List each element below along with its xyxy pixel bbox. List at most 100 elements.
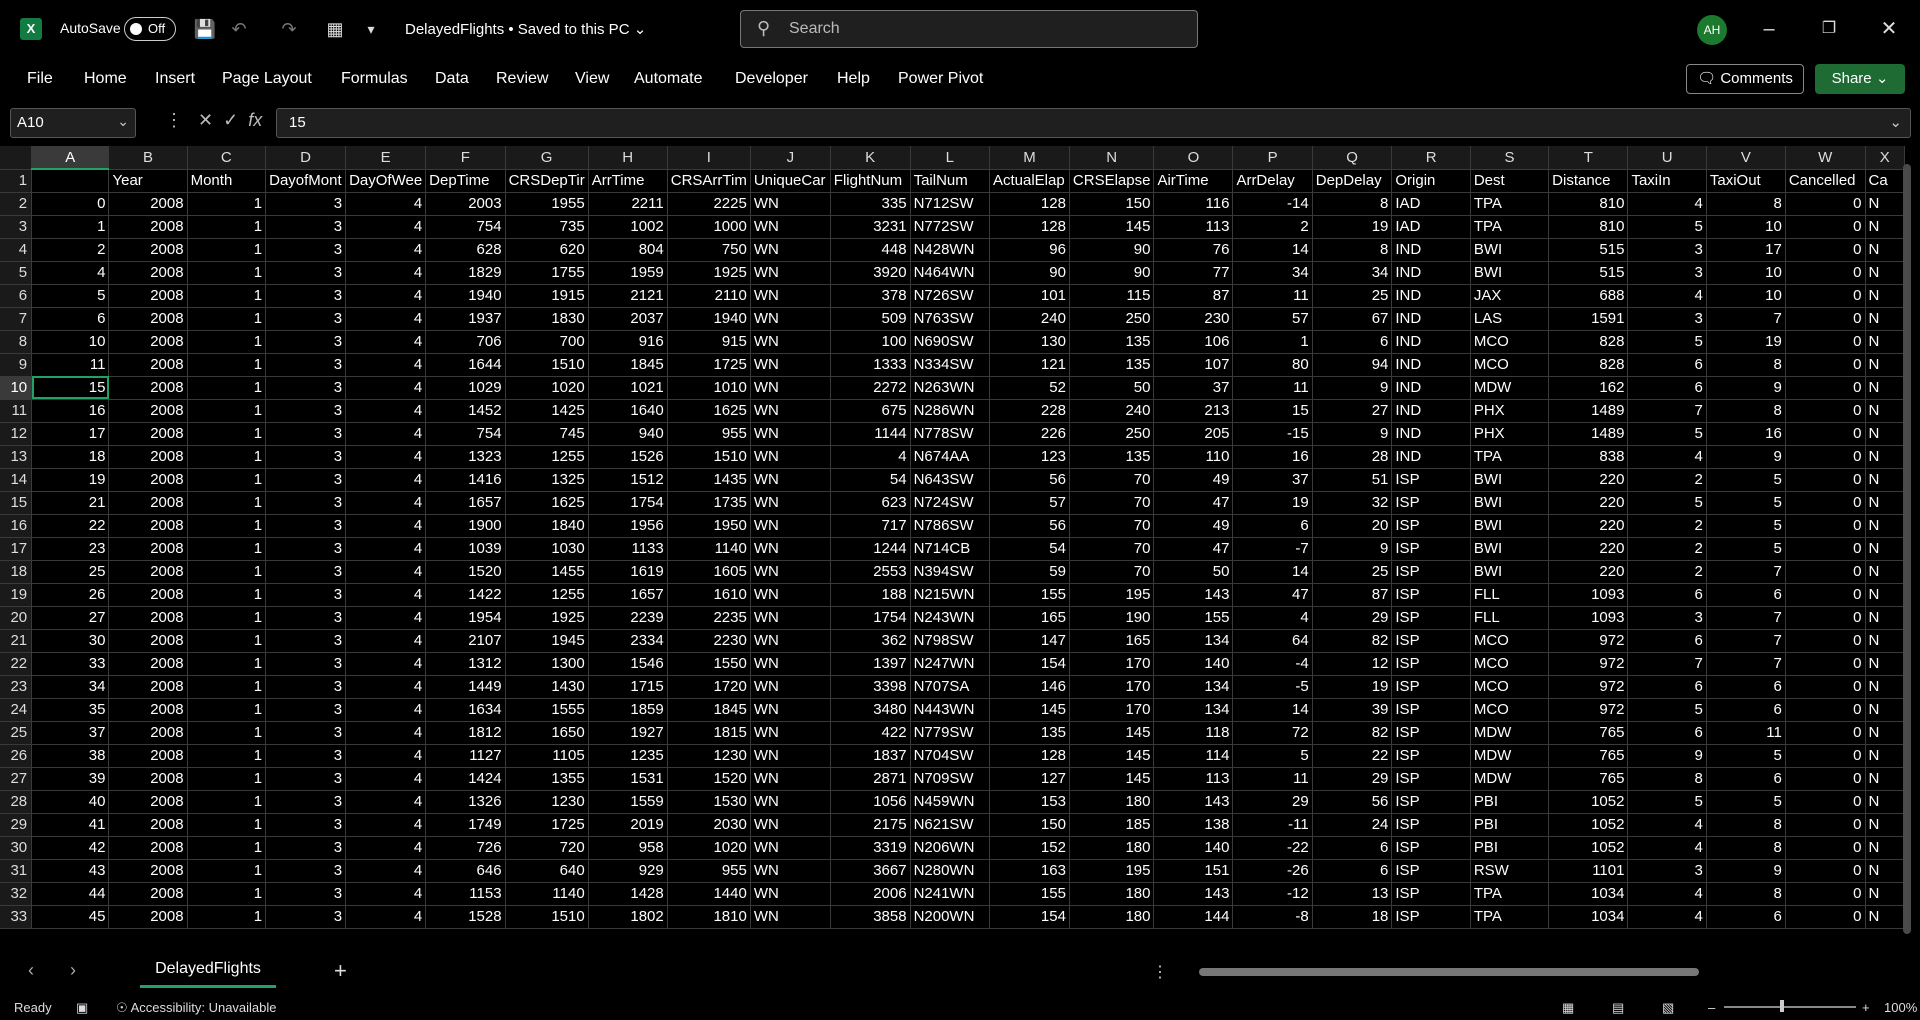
cell[interactable]: BWI <box>1470 514 1550 538</box>
cell[interactable]: N772SW <box>910 215 990 239</box>
row-header[interactable]: 16 <box>0 514 33 538</box>
cell[interactable]: 170 <box>1069 675 1155 699</box>
cell[interactable]: 8 <box>1706 192 1786 216</box>
cell[interactable]: 1510 <box>667 445 751 469</box>
cell[interactable]: 128 <box>989 744 1070 768</box>
cell[interactable]: 1325 <box>505 468 589 492</box>
cell[interactable]: 2 <box>1627 537 1707 561</box>
cell[interactable]: ISP <box>1391 583 1471 607</box>
cell[interactable]: DayofMont <box>265 169 347 193</box>
cell[interactable]: 1915 <box>505 284 589 308</box>
cell[interactable]: 7 <box>1706 652 1786 676</box>
cell[interactable]: 37 <box>1232 468 1313 492</box>
cell[interactable]: 135 <box>989 721 1070 745</box>
cell[interactable]: 0 <box>1785 698 1866 722</box>
cell[interactable]: 940 <box>588 422 668 446</box>
cell[interactable]: 828 <box>1548 330 1629 354</box>
expand-chevron-icon[interactable]: ⌄ <box>1889 113 1902 131</box>
cell[interactable]: N798SW <box>910 629 990 653</box>
cell[interactable]: 4 <box>345 399 427 423</box>
cell[interactable]: 110 <box>1153 445 1234 469</box>
cell[interactable]: 8 <box>1706 813 1786 837</box>
cell[interactable]: 240 <box>1069 399 1155 423</box>
cell[interactable]: 155 <box>1153 606 1234 630</box>
cell[interactable]: IND <box>1391 330 1471 354</box>
cell[interactable]: 4 <box>345 238 427 262</box>
cell[interactable]: N786SW <box>910 514 990 538</box>
cell[interactable]: 1555 <box>505 698 589 722</box>
cell[interactable]: ArrTime <box>588 169 668 193</box>
cell[interactable]: 70 <box>1069 537 1155 561</box>
cell[interactable]: WN <box>750 468 831 492</box>
cell[interactable]: 56 <box>989 468 1070 492</box>
cell[interactable]: 4 <box>345 330 427 354</box>
row-header[interactable]: 2 <box>0 192 33 216</box>
cell[interactable]: 2008 <box>108 583 188 607</box>
cell[interactable]: 0 <box>1785 836 1866 860</box>
cell[interactable]: 4 <box>1627 192 1707 216</box>
cell[interactable]: 3 <box>265 422 347 446</box>
cell[interactable]: 29 <box>1312 606 1393 630</box>
cell[interactable]: 1610 <box>667 583 751 607</box>
cell[interactable]: CRSDepTir <box>505 169 589 193</box>
cell[interactable]: 3 <box>265 238 347 262</box>
row-header[interactable]: 22 <box>0 652 33 676</box>
cell[interactable]: -26 <box>1232 859 1313 883</box>
cell[interactable]: 4 <box>345 905 427 929</box>
cell[interactable]: 90 <box>1069 238 1155 262</box>
row-header[interactable]: 10 <box>0 376 33 400</box>
cell[interactable]: 6 <box>1627 675 1707 699</box>
cell[interactable]: 39 <box>1312 698 1393 722</box>
cell[interactable]: 188 <box>830 583 911 607</box>
cell[interactable]: 1 <box>187 514 267 538</box>
cell[interactable]: 1530 <box>667 790 751 814</box>
column-header[interactable]: L <box>910 146 990 170</box>
cell[interactable]: MCO <box>1470 698 1550 722</box>
cell[interactable]: 41 <box>31 813 110 837</box>
cell[interactable]: 130 <box>989 330 1070 354</box>
cell[interactable]: 1657 <box>425 491 506 515</box>
cell[interactable]: 1105 <box>505 744 589 768</box>
cell[interactable]: 19 <box>1312 675 1393 699</box>
cell[interactable]: 67 <box>1312 307 1393 331</box>
cell[interactable]: 2008 <box>108 882 188 906</box>
cell[interactable]: 4 <box>345 813 427 837</box>
cell[interactable]: ISP <box>1391 744 1471 768</box>
cell[interactable]: IND <box>1391 422 1471 446</box>
cell[interactable]: 3 <box>265 537 347 561</box>
cell[interactable]: WN <box>750 514 831 538</box>
cell[interactable]: BWI <box>1470 491 1550 515</box>
row-header[interactable]: 18 <box>0 560 33 584</box>
cell[interactable]: 955 <box>667 422 751 446</box>
cell[interactable]: 1355 <box>505 767 589 791</box>
cell[interactable]: 4 <box>345 376 427 400</box>
cell[interactable]: 1333 <box>830 353 911 377</box>
next-sheet-icon[interactable]: › <box>70 960 76 981</box>
cell[interactable]: 213 <box>1153 399 1234 423</box>
cell[interactable]: 3 <box>1627 859 1707 883</box>
cell[interactable]: 49 <box>1153 468 1234 492</box>
cell[interactable]: 151 <box>1153 859 1234 883</box>
cell[interactable]: 1449 <box>425 675 506 699</box>
cell[interactable]: 2553 <box>830 560 911 584</box>
row-header[interactable]: 21 <box>0 629 33 653</box>
cell[interactable]: 0 <box>1785 491 1866 515</box>
cell[interactable]: 0 <box>1785 537 1866 561</box>
cell[interactable]: 4 <box>345 284 427 308</box>
column-header[interactable]: E <box>345 146 427 170</box>
cell[interactable]: 37 <box>31 721 110 745</box>
cell[interactable]: 8 <box>1312 238 1393 262</box>
cell[interactable]: 0 <box>1785 721 1866 745</box>
cell[interactable]: N <box>1865 859 1905 883</box>
cell[interactable]: IND <box>1391 376 1471 400</box>
cell[interactable]: 11 <box>1232 767 1313 791</box>
cell[interactable]: 8 <box>1627 767 1707 791</box>
cell[interactable]: 0 <box>1785 376 1866 400</box>
cell[interactable]: 1034 <box>1548 905 1629 929</box>
cell[interactable]: WN <box>750 284 831 308</box>
spreadsheet-grid[interactable]: A B C D E F G H I J K L M N O P Q R S T U V W X 1 Year Month DayofM… <box>0 146 1905 954</box>
cell[interactable]: DepDelay <box>1312 169 1393 193</box>
cell[interactable]: 623 <box>830 491 911 515</box>
cell[interactable]: 958 <box>588 836 668 860</box>
cell[interactable]: 4 <box>345 606 427 630</box>
